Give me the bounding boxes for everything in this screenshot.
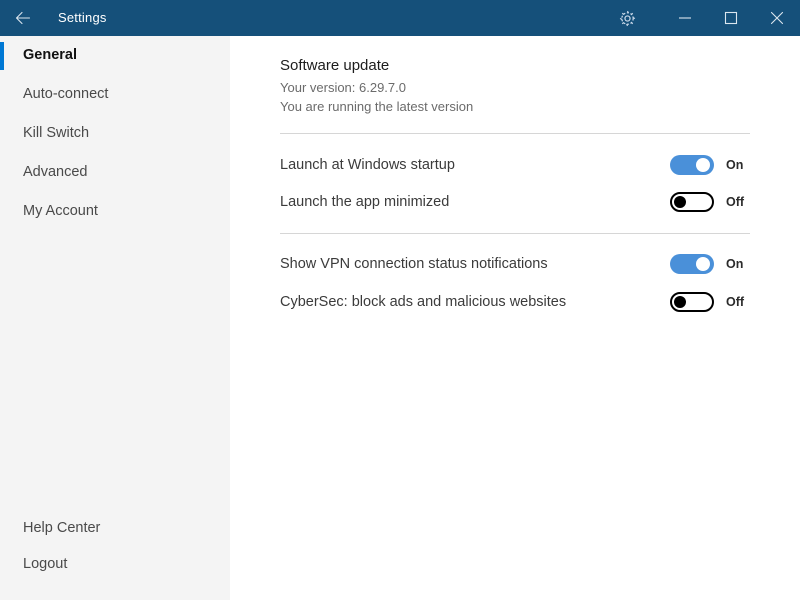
toggle-launch-at-startup[interactable] (670, 155, 714, 175)
sidebar-footer-label: Help Center (23, 519, 101, 536)
setting-label: Launch at Windows startup (280, 156, 455, 173)
sidebar-item-general[interactable]: General (0, 36, 230, 75)
title-bar: Settings (0, 0, 800, 36)
software-update-section: Software update Your version: 6.29.7.0 Y… (280, 56, 750, 116)
setting-label: Launch the app minimized (280, 193, 450, 210)
sidebar-item-label: Kill Switch (23, 125, 90, 142)
close-icon (770, 11, 784, 25)
toggle-state-label: On (726, 256, 744, 271)
toggle-state-label: Off (726, 194, 745, 209)
sidebar-item-label: Advanced (23, 164, 88, 181)
main-content: Software update Your version: 6.29.7.0 Y… (230, 36, 800, 600)
settings-gear-button[interactable] (604, 0, 650, 36)
setting-control: Off (670, 292, 750, 312)
active-indicator (0, 42, 4, 70)
toggle-knob (674, 196, 686, 208)
close-button[interactable] (754, 0, 800, 36)
toggle-knob (674, 296, 686, 308)
sidebar-item-logout[interactable]: Logout (0, 546, 230, 582)
setting-row-vpn-notifications: Show VPN connection status notifications… (280, 250, 750, 278)
section-divider (280, 133, 750, 134)
setting-label: Show VPN connection status notifications (280, 255, 548, 272)
sidebar-footer: Help Center Logout (0, 510, 230, 582)
sidebar-item-label: Auto-connect (23, 86, 109, 103)
toggle-launch-minimized[interactable] (670, 192, 714, 212)
sidebar-item-advanced[interactable]: Advanced (0, 153, 230, 192)
setting-row-cybersec: CyberSec: block ads and malicious websit… (280, 288, 750, 316)
toggle-state-label: On (726, 157, 744, 172)
sidebar-footer-label: Logout (23, 555, 68, 572)
setting-label: CyberSec: block ads and malicious websit… (280, 293, 567, 310)
setting-row-launch-minimized: Launch the app minimized Off (280, 188, 750, 216)
maximize-icon (724, 11, 738, 25)
minimize-icon (678, 11, 692, 25)
setting-control: On (670, 254, 750, 274)
current-version-text: Your version: 6.29.7.0 (280, 80, 406, 95)
sidebar-item-my-account[interactable]: My Account (0, 192, 230, 231)
section-divider (280, 233, 750, 234)
sidebar: General Auto-connect Kill Switch Advance… (0, 36, 230, 600)
sidebar-item-auto-connect[interactable]: Auto-connect (0, 75, 230, 114)
update-status-text: You are running the latest version (280, 99, 474, 114)
sidebar-item-help-center[interactable]: Help Center (0, 510, 230, 546)
toggle-vpn-notifications[interactable] (670, 254, 714, 274)
toggle-knob (696, 158, 710, 172)
minimize-button[interactable] (662, 0, 708, 36)
software-update-title: Software update (280, 57, 390, 74)
sidebar-item-label: General (23, 47, 77, 64)
setting-row-launch-at-startup: Launch at Windows startup On (280, 151, 750, 179)
setting-control: Off (670, 192, 750, 212)
sidebar-item-kill-switch[interactable]: Kill Switch (0, 114, 230, 153)
toggle-knob (696, 257, 710, 271)
window-title: Settings (58, 10, 107, 25)
sidebar-nav: General Auto-connect Kill Switch Advance… (0, 36, 230, 231)
settings-window: Settings General Auto-connect Kill Switc… (0, 0, 800, 600)
sidebar-item-label: My Account (23, 203, 98, 220)
toggle-cybersec[interactable] (670, 292, 714, 312)
toggle-state-label: Off (726, 294, 745, 309)
back-arrow-icon (14, 9, 32, 27)
back-button[interactable] (0, 0, 46, 36)
gear-icon (618, 9, 637, 28)
setting-control: On (670, 155, 750, 175)
maximize-button[interactable] (708, 0, 754, 36)
